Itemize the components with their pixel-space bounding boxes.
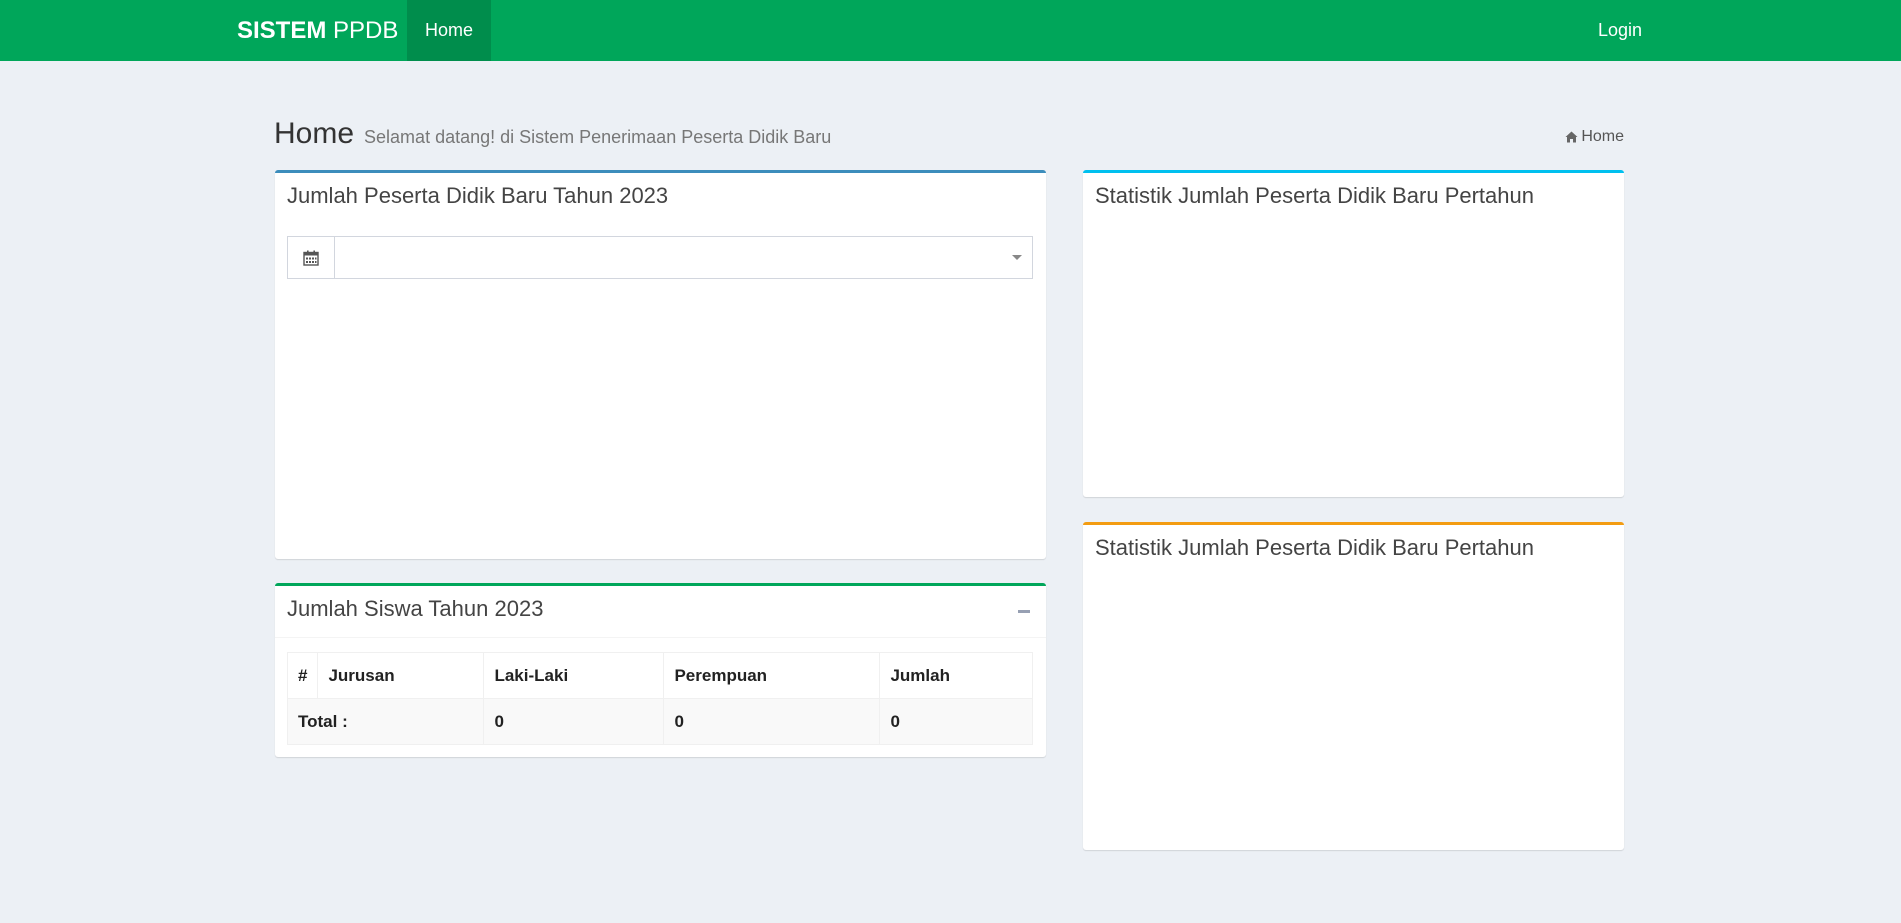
- calendar-icon: [288, 237, 335, 278]
- page-title-text: Home: [274, 117, 355, 150]
- page-title: Home Selamat datang! di Sistem Penerimaan…: [274, 117, 831, 151]
- total-jumlah: 0: [879, 698, 1033, 745]
- collapse-button[interactable]: [1016, 604, 1032, 618]
- col-header-perempuan: Perempuan: [663, 652, 881, 699]
- brand-bold-text: SISTEM: [237, 17, 327, 44]
- total-laki-laki: 0: [483, 698, 665, 745]
- year-select-group: [287, 236, 1033, 279]
- brand-logo[interactable]: SISTEM PPDB: [237, 0, 398, 61]
- home-icon: [1565, 130, 1578, 148]
- nav-home-link[interactable]: Home: [407, 0, 491, 61]
- statistik-title-1: Statistik Jumlah Peserta Didik Baru Pert…: [1095, 183, 1534, 208]
- top-navbar: SISTEM PPDB Home Login: [0, 0, 1901, 61]
- jumlah-siswa-title: Jumlah Siswa Tahun 2023: [287, 596, 544, 621]
- col-header-jurusan: Jurusan: [317, 652, 485, 699]
- jumlah-siswa-table: # Jurusan Laki-Laki Perempuan Jumlah Tot…: [286, 652, 1033, 745]
- breadcrumb[interactable]: Home: [1565, 128, 1624, 148]
- minus-icon: [1018, 610, 1030, 613]
- col-header-jumlah: Jumlah: [879, 652, 1033, 699]
- jumlah-siswa-box: Jumlah Siswa Tahun 2023 # Jurusan Laki-L…: [275, 583, 1046, 757]
- box-divider: [275, 637, 1046, 638]
- total-label: Total :: [286, 698, 485, 745]
- total-perempuan: 0: [663, 698, 881, 745]
- statistik-title-2: Statistik Jumlah Peserta Didik Baru Pert…: [1095, 535, 1534, 560]
- chevron-down-icon: [1012, 255, 1022, 260]
- col-header-laki-laki: Laki-Laki: [483, 652, 665, 699]
- page-subtitle: Selamat datang! di Sistem Penerimaan Pes…: [364, 127, 832, 147]
- year-select[interactable]: [335, 237, 1032, 278]
- nav-login-link[interactable]: Login: [1598, 0, 1642, 61]
- table-header-row: # Jurusan Laki-Laki Perempuan Jumlah: [286, 652, 1033, 699]
- statistik-box-1: Statistik Jumlah Peserta Didik Baru Pert…: [1083, 170, 1624, 497]
- breadcrumb-home[interactable]: Home: [1581, 128, 1624, 145]
- statistik-box-2: Statistik Jumlah Peserta Didik Baru Pert…: [1083, 522, 1624, 850]
- brand-rest-text: PPDB: [326, 17, 399, 44]
- table-total-row: Total : 0 0 0: [286, 698, 1033, 745]
- jumlah-peserta-title: Jumlah Peserta Didik Baru Tahun 2023: [287, 183, 669, 208]
- col-header-number: #: [286, 652, 319, 699]
- jumlah-peserta-box: Jumlah Peserta Didik Baru Tahun 2023: [275, 170, 1046, 559]
